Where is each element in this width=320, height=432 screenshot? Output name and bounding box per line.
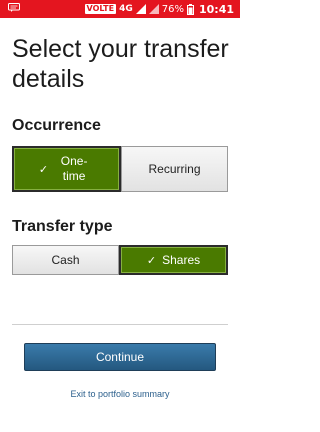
transfer-type-label: Transfer type [12,218,113,235]
exit-to-portfolio-link[interactable]: Exit to portfolio summary [0,389,240,399]
page-title: Select your transfer details [12,35,229,93]
clock: 10:41 [198,2,234,16]
battery-icon [186,3,194,15]
checkmark-icon: ✓ [38,163,49,176]
occurrence-label: Occurrence [12,117,101,134]
volte-badge: VOLTE [84,4,117,14]
battery-percent: 76% [161,3,184,15]
option-label: One-time [60,154,88,183]
transfer-type-option-cash[interactable]: Cash [12,245,119,275]
status-bar: VOLTE 4G 76% 10:41 [0,0,240,18]
option-label: Recurring [148,161,201,176]
option-label: Cash [51,252,80,267]
message-icon [8,3,20,12]
checkmark-icon: ✓ [146,254,157,267]
network-type: 4G [119,4,133,14]
signal-icon [135,4,146,14]
divider [12,324,228,325]
occurrence-option-one-time[interactable]: ✓ One-time [12,146,121,192]
occurrence-option-recurring[interactable]: Recurring [121,146,228,192]
transfer-type-option-shares[interactable]: ✓ Shares [119,245,228,275]
signal-icon-secondary [148,4,159,14]
option-label: Shares [162,252,201,267]
occurrence-toggle: ✓ One-time Recurring [12,146,228,192]
continue-button[interactable]: Continue [24,343,216,371]
transfer-type-toggle: Cash ✓ Shares [12,245,228,275]
